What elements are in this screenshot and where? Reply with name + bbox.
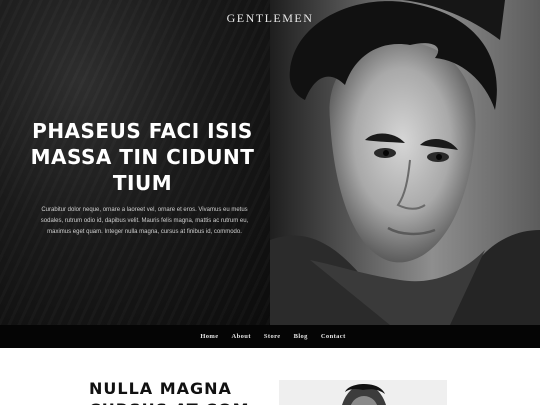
nav-item-contact[interactable]: Contact — [321, 333, 346, 340]
hero-section: GENTLEMEN PHASEUS FACI ISIS MASSA TIN CI… — [0, 0, 540, 325]
portrait-illustration — [270, 0, 540, 325]
nav-item-about[interactable]: About — [232, 333, 251, 340]
nav-item-home[interactable]: Home — [200, 333, 218, 340]
nav-item-blog[interactable]: Blog — [294, 333, 308, 340]
hero-headline: PHASEUS FACI ISIS MASSA TIN CIDUNT TIUM — [30, 119, 255, 195]
brand-logo[interactable]: GENTLEMEN — [0, 11, 540, 26]
section-image — [279, 380, 447, 405]
section-title: NULLA MAGNA CURSUS AT COM — [89, 379, 249, 405]
content-section: NULLA MAGNA CURSUS AT COM — [0, 348, 540, 405]
main-navigation: Home About Store Blog Contact — [0, 325, 540, 348]
nav-item-store[interactable]: Store — [264, 333, 281, 340]
hero-portrait-image — [270, 0, 540, 325]
section-photo-illustration — [279, 380, 447, 405]
hero-body-text: Curabitur dolor neque, ornare a laoreet … — [40, 207, 249, 235]
